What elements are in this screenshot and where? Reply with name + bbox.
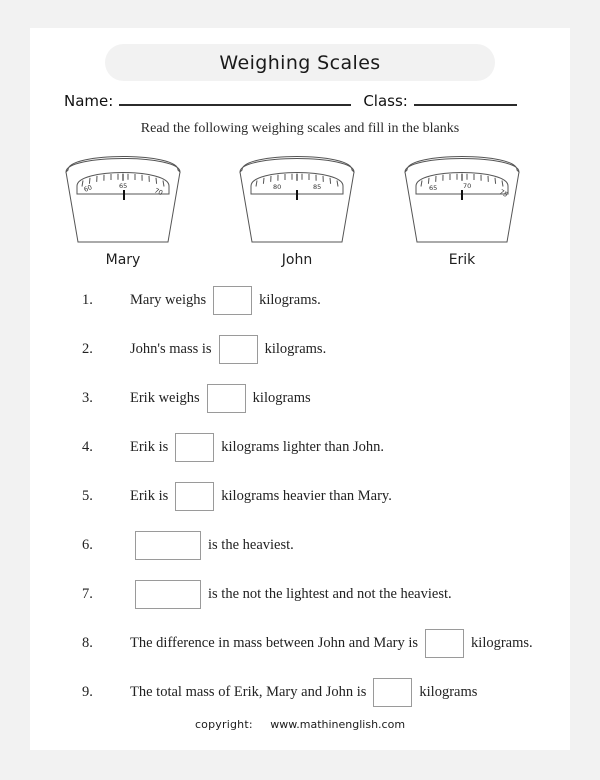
answer-box[interactable] (213, 286, 253, 315)
question-text-after: kilograms (419, 684, 478, 700)
question-number: 1. (82, 292, 93, 308)
question-number: 3. (82, 390, 93, 406)
answer-box[interactable] (218, 335, 258, 364)
question-number: 8. (82, 635, 93, 651)
scale-illustration: 60 65 70 (65, 156, 181, 243)
question-body: The total mass of Erik, Mary and John is… (130, 678, 477, 707)
name-label: Name: (64, 92, 114, 110)
question-body: is the not the lightest and not the heav… (128, 580, 452, 609)
question-number: 6. (82, 537, 93, 553)
instruction-text: Read the following weighing scales and f… (140, 121, 460, 136)
question-number: 7. (82, 586, 93, 602)
name-class-row: Name: Class: (64, 90, 542, 116)
question-body: Erik weighs kilograms (130, 384, 311, 413)
page-title: Weighing Scales (219, 51, 381, 74)
footer: copyright: www.mathinenglish.com (30, 718, 570, 731)
answer-box[interactable] (175, 433, 215, 462)
question-text-after: kilograms (252, 390, 311, 406)
scale-erik: 65 70 75 Erik (399, 146, 525, 268)
copyright-label: copyright: (194, 718, 253, 731)
scale-label-erik: Erik (448, 252, 476, 268)
question-row: 7. is the not the lightest and not the h… (30, 570, 570, 619)
question-row: 3. Erik weighs kilograms (30, 374, 570, 423)
question-number: 5. (82, 488, 93, 504)
answer-box[interactable] (425, 629, 465, 658)
answer-box[interactable] (135, 580, 201, 609)
question-text-before: Erik weighs (130, 390, 200, 406)
scale-label-john: John (281, 252, 313, 268)
question-text-after: kilograms. (264, 341, 327, 357)
questions-list: 1. Mary weighs kilograms. 2. John's mass… (30, 276, 570, 717)
question-row: 1. Mary weighs kilograms. (30, 276, 570, 325)
question-text-before: Erik is (130, 488, 169, 504)
question-body: Mary weighs kilograms. (130, 286, 321, 315)
question-text-before: The difference in mass between John and … (130, 635, 419, 651)
question-text-after: kilograms lighter than John. (221, 439, 384, 455)
tick-label-low: 80 (273, 183, 281, 191)
question-text-after: is the heaviest. (208, 537, 294, 553)
question-number: 4. (82, 439, 93, 455)
question-text-after: kilograms heavier than Mary. (221, 488, 392, 504)
worksheet-page: Weighing Scales Name: Class: Read the fo… (30, 28, 570, 750)
scale-illustration: 65 70 75 (404, 156, 520, 243)
question-body: Erik is kilograms lighter than John. (130, 433, 384, 462)
class-label: Class: (363, 92, 408, 110)
answer-box[interactable] (373, 678, 413, 707)
scale-mary: 60 65 70 Mary (60, 146, 186, 268)
question-text-before: The total mass of Erik, Mary and John is (130, 684, 367, 700)
answer-box[interactable] (206, 384, 246, 413)
answer-box[interactable] (135, 531, 201, 560)
question-body: The difference in mass between John and … (130, 629, 533, 658)
class-input-line[interactable] (413, 90, 517, 106)
question-row: 4. Erik is kilograms lighter than John. (30, 423, 570, 472)
question-text-before: Erik is (130, 439, 169, 455)
scale-john: 80 85 John (234, 146, 360, 268)
question-text-after: kilograms. (259, 292, 321, 308)
scale-illustration: 80 85 (239, 156, 355, 243)
scale-label-mary: Mary (105, 252, 141, 268)
question-text-before: Mary weighs (130, 292, 207, 308)
question-row: 2. John's mass is kilograms. (30, 325, 570, 374)
question-number: 2. (82, 341, 93, 357)
tick-label-mid: 65 (119, 182, 127, 190)
title-banner: Weighing Scales (105, 44, 495, 81)
tick-label-high: 85 (313, 183, 321, 191)
question-row: 6. is the heaviest. (30, 521, 570, 570)
question-text-after: is the not the lightest and not the heav… (208, 586, 452, 602)
question-row: 9. The total mass of Erik, Mary and John… (30, 668, 570, 717)
question-row: 8. The difference in mass between John a… (30, 619, 570, 668)
question-text-after: kilograms. (471, 635, 533, 651)
name-input-line[interactable] (119, 90, 352, 106)
website-url: www.mathinenglish.com (270, 718, 406, 731)
question-text-before: John's mass is (130, 341, 212, 357)
question-number: 9. (82, 684, 93, 700)
question-body: is the heaviest. (128, 531, 294, 560)
tick-label-low: 65 (429, 184, 437, 192)
tick-label-mid: 70 (463, 182, 471, 190)
answer-box[interactable] (175, 482, 215, 511)
question-body: John's mass is kilograms. (130, 335, 326, 364)
scales-row: 60 65 70 Mary 80 85 John 65 70 75 Erik (30, 146, 570, 268)
question-body: Erik is kilograms heavier than Mary. (130, 482, 392, 511)
question-row: 5. Erik is kilograms heavier than Mary. (30, 472, 570, 521)
